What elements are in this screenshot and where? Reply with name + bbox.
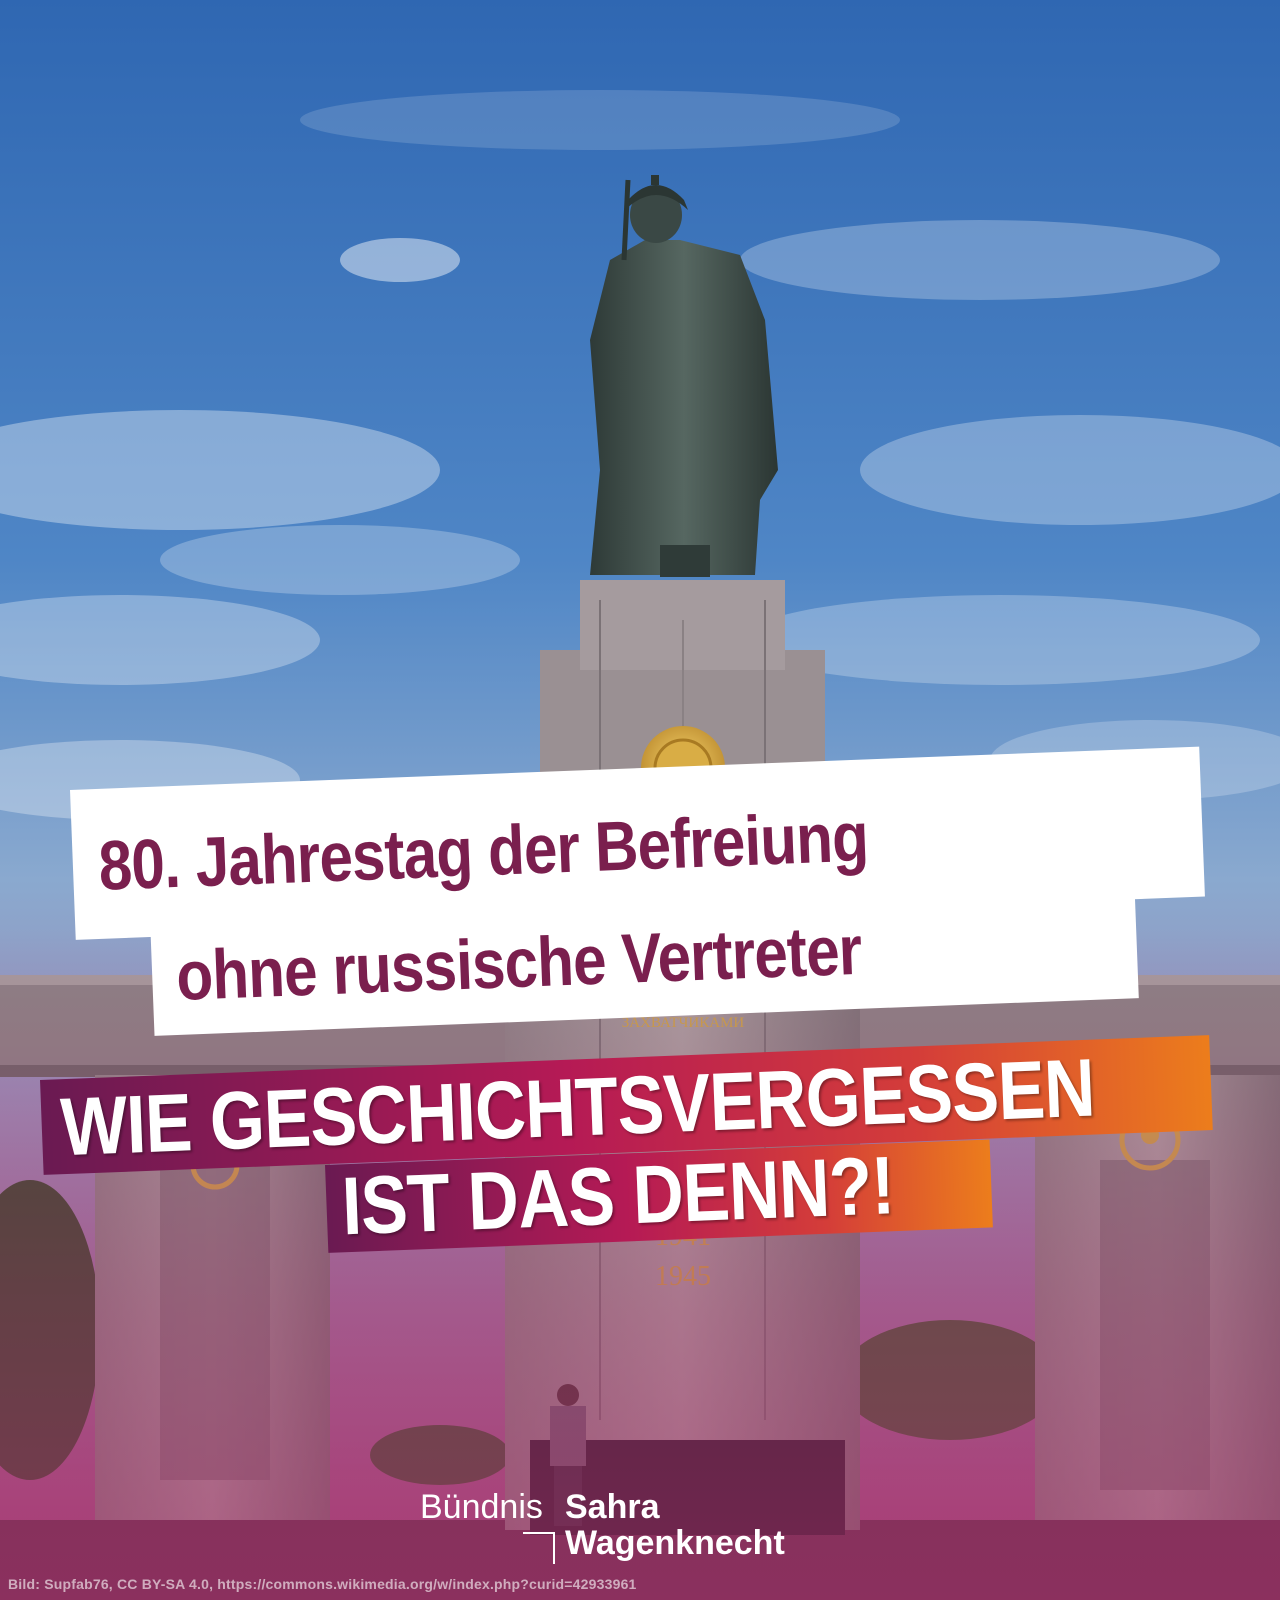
party-logo: Bündnis Sahra Wagenknecht [420,1488,820,1564]
accent-line2: IST DAS DENN?! [340,1140,896,1253]
logo-word-sahra: Sahra [565,1488,660,1526]
monument-year-end: 1945 [655,1261,711,1292]
logo-corner-mark [523,1532,555,1564]
logo-word-buendnis: Bündnis [420,1488,543,1526]
image-credit: Bild: Supfab76, CC BY-SA 4.0, https://co… [8,1576,637,1592]
monument-inscription: ЗАХВАТЧИКАМИ [622,1015,745,1031]
logo-word-wagenknecht: Wagenknecht [565,1524,785,1562]
